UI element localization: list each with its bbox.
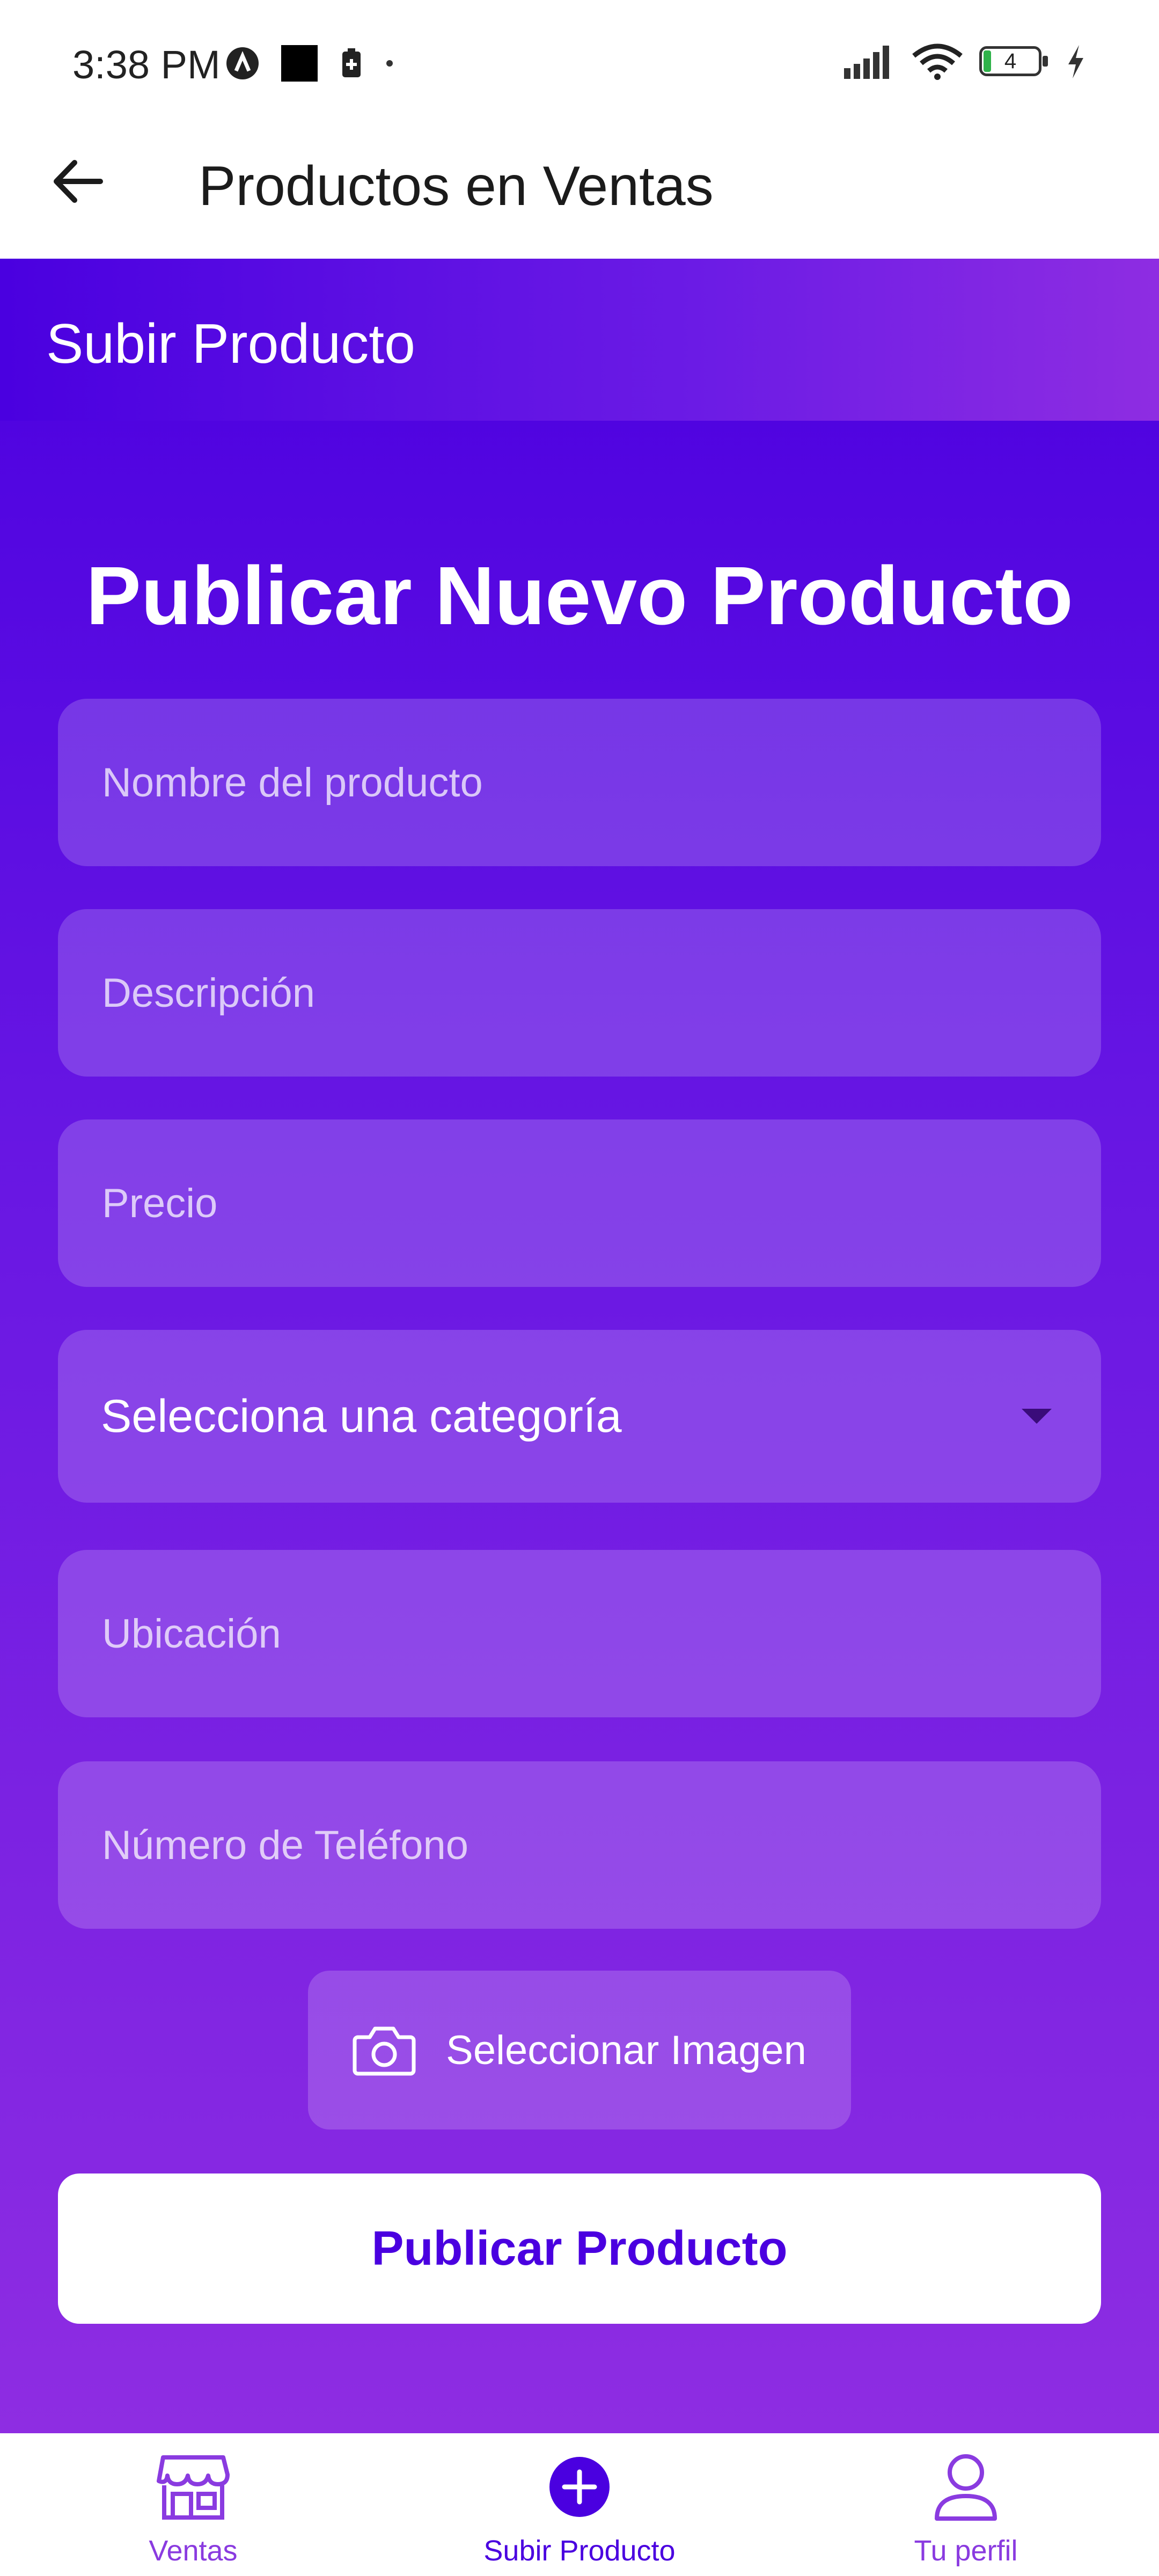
price-input[interactable] — [101, 1179, 1101, 1227]
dot-icon — [386, 60, 393, 67]
bottom-navigation: Ventas Subir Producto Tu perfil — [0, 2433, 1159, 2576]
status-notification-icons — [225, 45, 394, 82]
select-image-button[interactable]: Seleccionar Imagen — [308, 1971, 851, 2129]
nav-label-subir-producto: Subir Producto — [483, 2535, 676, 2567]
camera-icon — [353, 2026, 416, 2076]
status-time: 3:38 PM — [72, 42, 221, 87]
battery-icon: 4 — [979, 46, 1049, 77]
app-bar: Productos en Ventas — [0, 123, 1159, 259]
phone-input[interactable] — [101, 1821, 1101, 1869]
wifi-icon — [912, 43, 963, 80]
nav-label-ventas: Ventas — [149, 2535, 238, 2567]
nav-item-ventas[interactable]: Ventas — [86, 2449, 300, 2567]
back-button[interactable] — [46, 149, 110, 214]
phone-field[interactable] — [58, 1761, 1101, 1929]
store-icon — [157, 2455, 230, 2520]
signal-icon — [844, 46, 889, 79]
section-title: Subir Producto — [46, 313, 415, 375]
section-header: Subir Producto — [0, 259, 1159, 421]
page-title: Productos en Ventas — [199, 155, 714, 217]
product-name-input[interactable] — [101, 758, 1101, 807]
battery-level: 4 — [1004, 49, 1017, 73]
charging-icon — [1068, 45, 1083, 78]
description-field[interactable] — [58, 909, 1101, 1077]
status-system-icons: 4 — [844, 43, 1087, 80]
dropdown-arrow-icon — [1022, 1409, 1052, 1424]
app-a-icon — [226, 47, 259, 79]
location-field[interactable] — [58, 1550, 1101, 1717]
add-circle-icon — [549, 2457, 610, 2517]
status-bar: 3:38 PM 4 — [0, 0, 1159, 123]
black-square-icon — [281, 45, 318, 82]
profile-icon — [935, 2454, 997, 2521]
form-title: Publicar Nuevo Producto — [86, 550, 1073, 642]
price-field[interactable] — [58, 1119, 1101, 1287]
category-select[interactable]: Selecciona una categoría — [58, 1330, 1101, 1503]
nav-item-tu-perfil[interactable]: Tu perfil — [859, 2449, 1073, 2567]
publish-button[interactable]: Publicar Producto — [58, 2174, 1101, 2324]
select-image-label: Seleccionar Imagen — [446, 2027, 806, 2073]
arrow-left-icon — [54, 160, 103, 203]
content-area: Subir Producto Publicar Nuevo Producto S… — [0, 259, 1159, 2433]
product-name-field[interactable] — [58, 699, 1101, 866]
nav-item-subir-producto[interactable]: Subir Producto — [472, 2449, 687, 2567]
category-select-label: Selecciona una categoría — [101, 1390, 622, 1442]
battery-saver-icon — [342, 48, 361, 77]
description-input[interactable] — [101, 969, 1101, 1017]
location-input[interactable] — [101, 1609, 1101, 1658]
nav-label-tu-perfil: Tu perfil — [914, 2535, 1018, 2567]
